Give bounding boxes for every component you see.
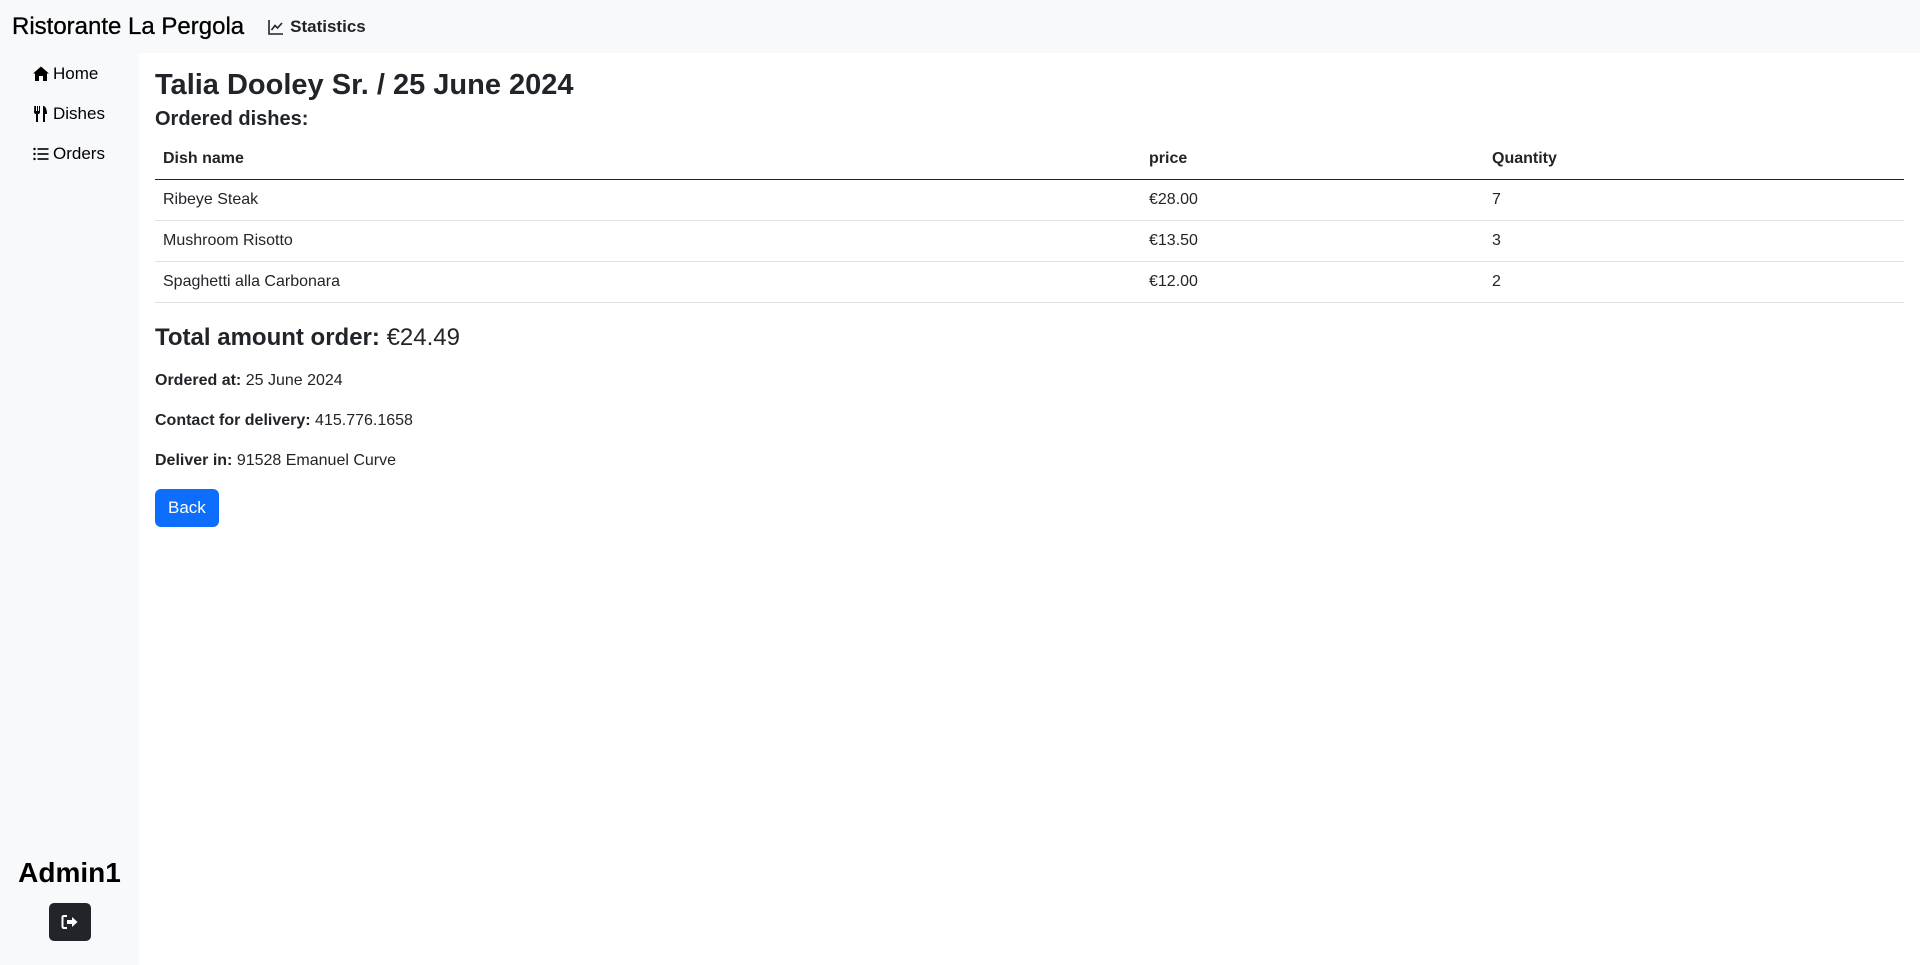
back-button[interactable]: Back <box>155 489 219 527</box>
logout-button[interactable] <box>49 903 91 941</box>
sidebar-item-label: Dishes <box>53 104 105 123</box>
dishes-table: Dish name price Quantity Ribeye Steak €2… <box>155 139 1904 303</box>
dish-name-cell: Mushroom Risotto <box>155 220 1141 262</box>
main-content: Talia Dooley Sr. / 25 June 2024 Ordered … <box>139 53 1920 965</box>
order-info: Ordered at: 25 June 2024 Contact for del… <box>155 371 1904 471</box>
order-total: Total amount order: €24.49 <box>155 323 1904 353</box>
statistics-label: Statistics <box>290 16 366 36</box>
sidebar-item-label: Home <box>53 64 99 83</box>
sidebar-item-orders[interactable]: Orders <box>0 134 139 174</box>
dish-name-cell: Ribeye Steak <box>155 179 1141 221</box>
quantity-cell: 3 <box>1484 220 1904 262</box>
ordered-at-row: Ordered at: 25 June 2024 <box>155 371 1904 391</box>
column-header-dish-name: Dish name <box>155 139 1141 180</box>
sidebar-item-label: Orders <box>53 144 105 163</box>
table-row: Spaghetti alla Carbonara €12.00 2 <box>155 261 1904 303</box>
quantity-cell: 7 <box>1484 179 1904 221</box>
price-cell: €13.50 <box>1141 220 1484 262</box>
page-title: Talia Dooley Sr. / 25 June 2024 <box>155 69 574 101</box>
ordered-at-label: Ordered at: <box>155 372 242 389</box>
deliver-row: Deliver in: 91528 Emanuel Curve <box>155 451 1904 471</box>
table-row: Mushroom Risotto €13.50 3 <box>155 220 1904 262</box>
statistics-link[interactable]: Statistics <box>268 17 366 37</box>
sidebar-item-home[interactable]: Home <box>0 54 139 94</box>
utensils-icon <box>32 105 50 123</box>
contact-label: Contact for delivery: <box>155 412 311 429</box>
dishes-heading: Ordered dishes: <box>155 108 309 130</box>
contact-row: Contact for delivery: 415.776.1658 <box>155 411 1904 431</box>
top-navbar: Ristorante La Pergola Statistics <box>0 0 1920 53</box>
total-label: Total amount order: <box>155 324 380 351</box>
sidebar-item-dishes[interactable]: Dishes <box>0 94 139 134</box>
table-row: Ribeye Steak €28.00 7 <box>155 179 1904 221</box>
table-header-row: Dish name price Quantity <box>155 139 1904 180</box>
price-cell: €12.00 <box>1141 261 1484 303</box>
contact-value: 415.776.1658 <box>315 412 413 429</box>
home-icon <box>32 65 50 83</box>
chart-line-icon <box>268 19 284 35</box>
column-header-quantity: Quantity <box>1484 139 1904 180</box>
list-icon <box>32 145 50 163</box>
brand-title[interactable]: Ristorante La Pergola <box>12 12 244 41</box>
quantity-cell: 2 <box>1484 261 1904 303</box>
price-cell: €28.00 <box>1141 179 1484 221</box>
ordered-at-value: 25 June 2024 <box>245 372 343 389</box>
deliver-value: 91528 Emanuel Curve <box>236 452 397 469</box>
dish-name-cell: Spaghetti alla Carbonara <box>155 261 1141 303</box>
sidebar: Home Dishes Orders Admin1 <box>0 53 139 965</box>
column-header-price: price <box>1141 139 1484 180</box>
total-value: €24.49 <box>386 324 460 351</box>
deliver-label: Deliver in: <box>155 452 233 469</box>
admin-username: Admin1 <box>18 857 121 888</box>
logout-icon <box>61 915 78 929</box>
